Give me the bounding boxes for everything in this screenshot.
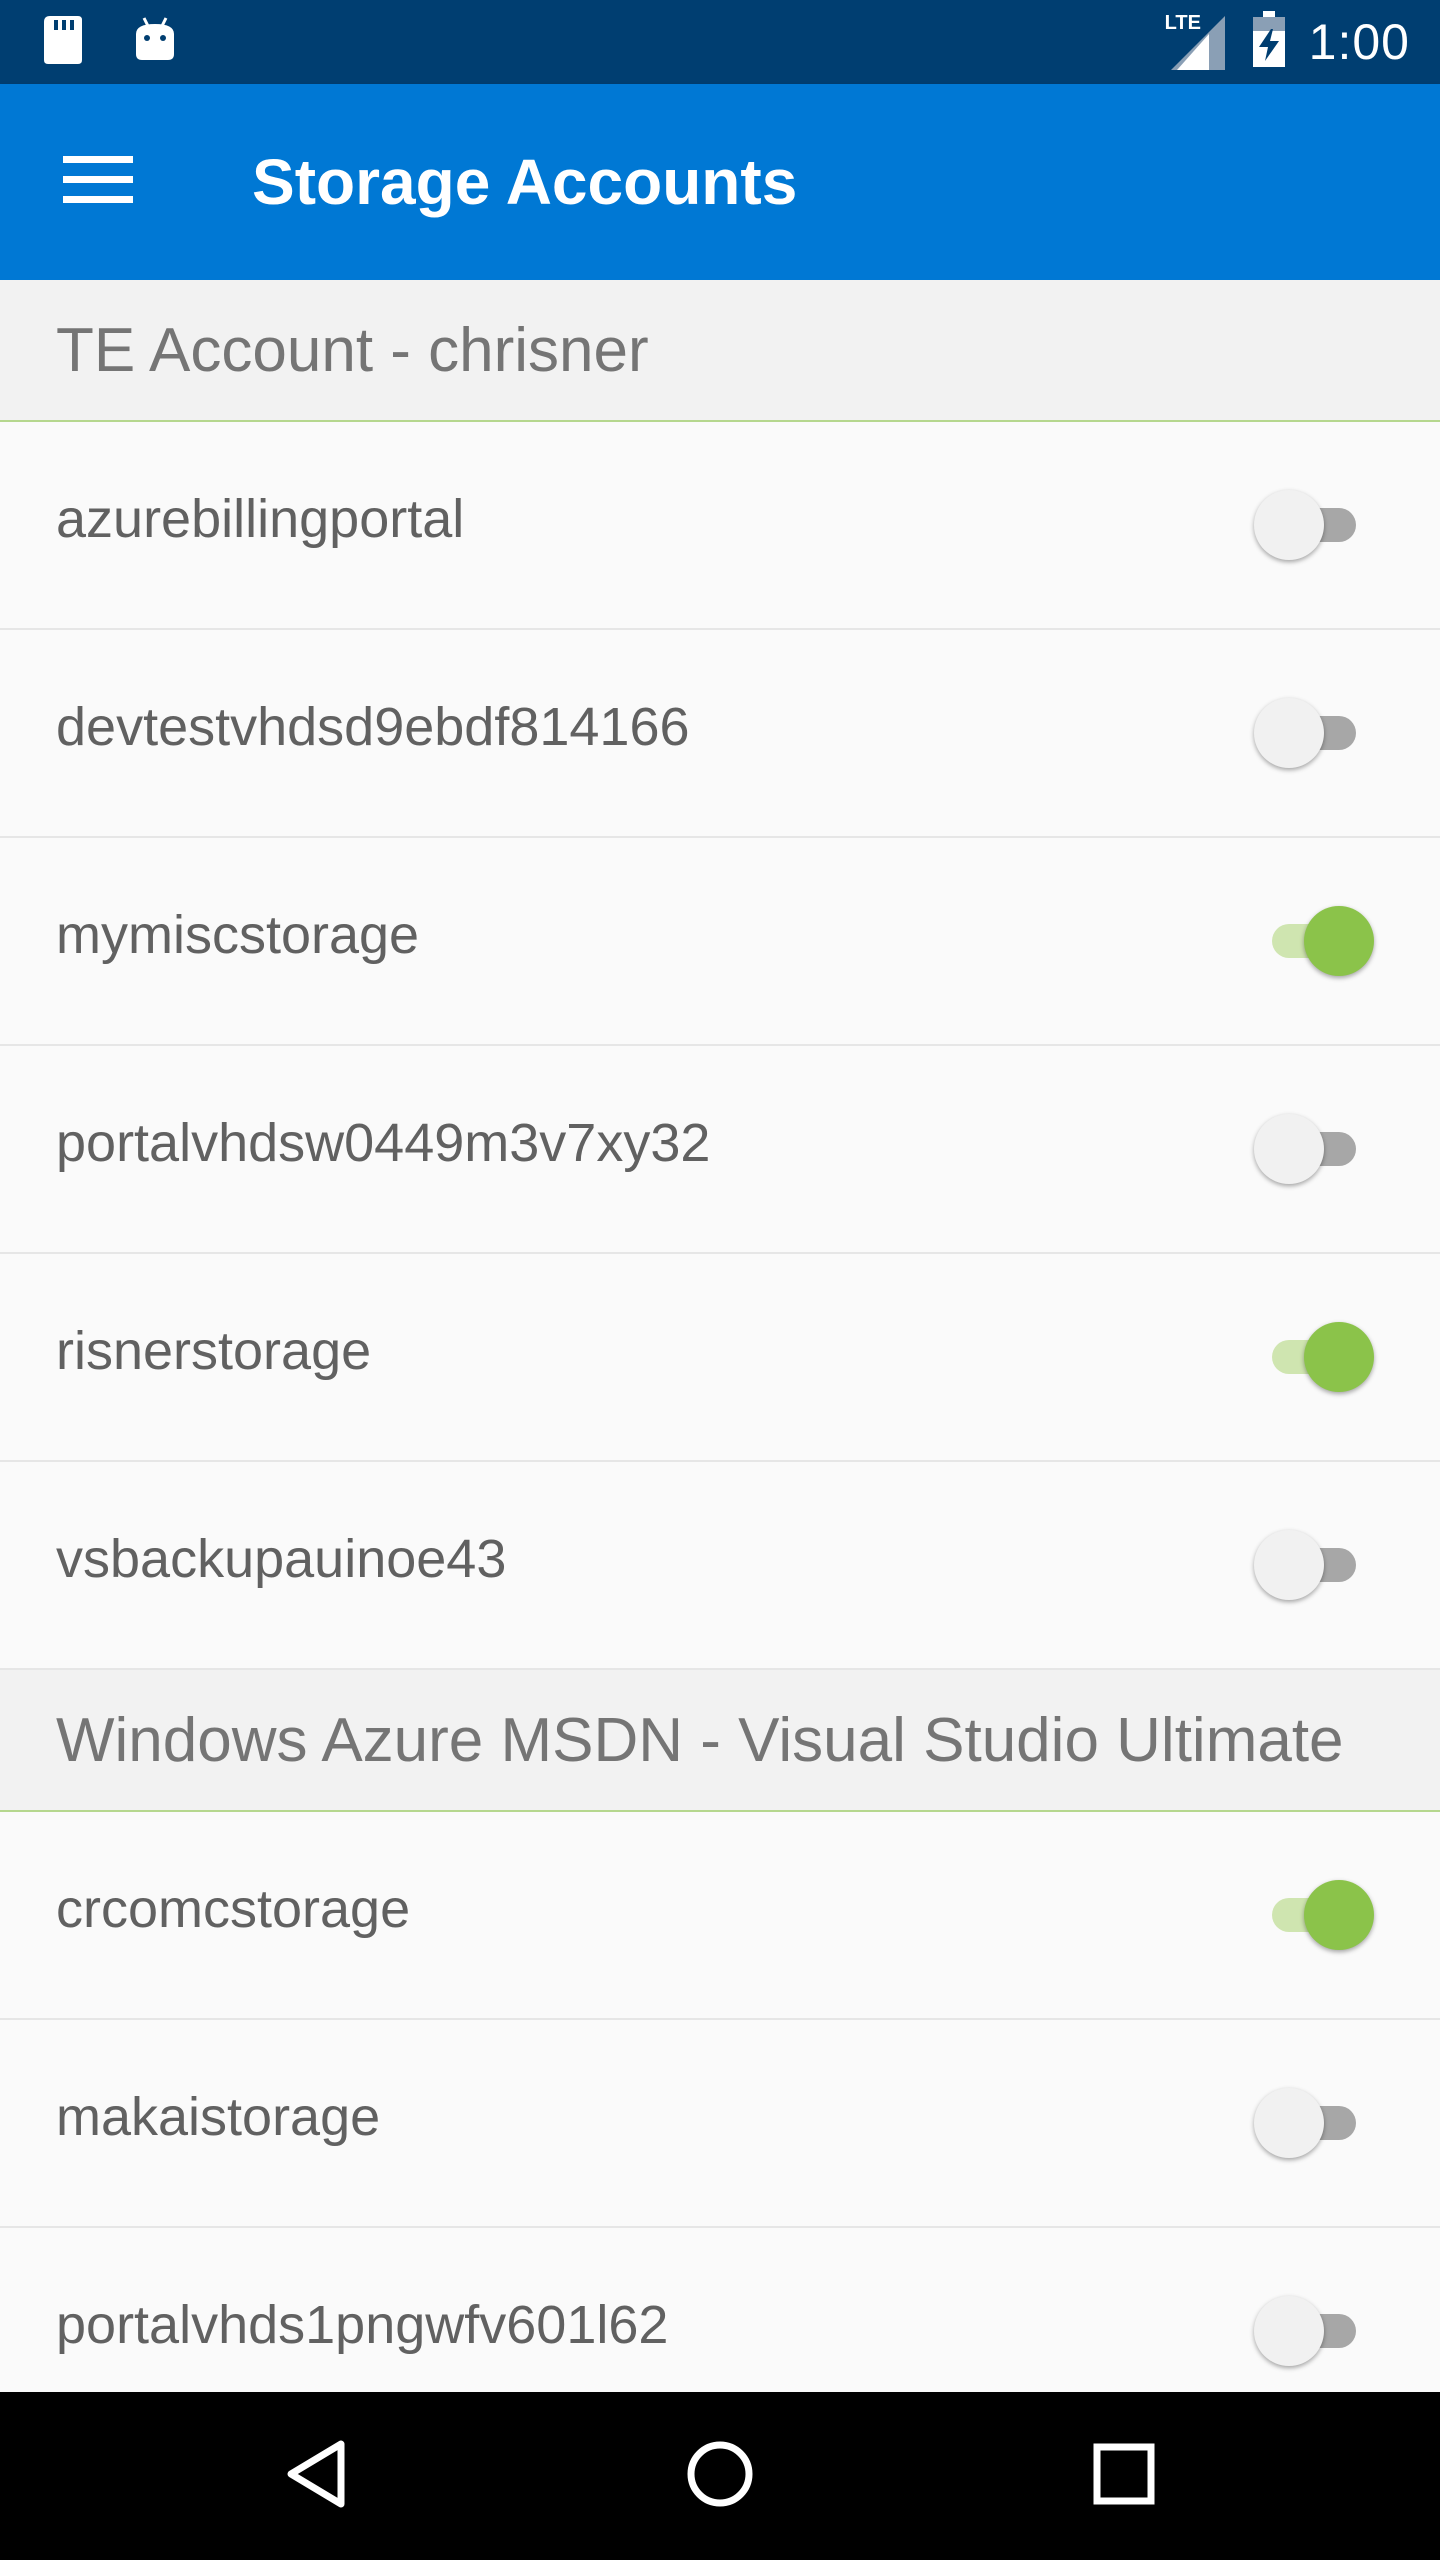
list-item[interactable]: risnerstorage (0, 1254, 1440, 1462)
back-triangle-icon (285, 2439, 347, 2514)
storage-account-name: mymiscstorage (56, 905, 420, 965)
storage-account-name: vsbackupauinoe43 (56, 1529, 507, 1589)
section-header: Windows Azure MSDN - Visual Studio Ultim… (0, 1670, 1440, 1812)
hamburger-menu-icon (63, 154, 133, 211)
list-item[interactable]: devtestvhdsd9ebdf814166 (0, 630, 1440, 838)
list-item[interactable]: crcomcstorage (0, 1812, 1440, 2020)
app-bar: Storage Accounts (0, 84, 1440, 280)
list-item[interactable]: mymiscstorage (0, 838, 1440, 1046)
status-bar: LTE 1:00 (0, 0, 1440, 84)
storage-toggle[interactable] (1254, 906, 1374, 976)
storage-account-name: portalvhds1pngwfv601l62 (56, 2295, 669, 2355)
storage-toggle[interactable] (1254, 698, 1374, 768)
section-header: TE Account - chrisner (0, 280, 1440, 422)
storage-account-list: TE Account - chrisner azurebillingportal… (0, 280, 1440, 2436)
home-circle-icon (685, 2439, 755, 2514)
storage-account-name: portalvhdsw0449m3v7xy32 (56, 1113, 711, 1173)
storage-account-name: azurebillingportal (56, 489, 465, 549)
menu-button[interactable] (50, 134, 146, 230)
navigation-bar (0, 2392, 1440, 2560)
android-icon (132, 14, 178, 71)
storage-toggle[interactable] (1254, 2088, 1374, 2158)
storage-account-name: crcomcstorage (56, 1879, 411, 1939)
storage-account-name: makaistorage (56, 2087, 381, 2147)
storage-account-name: risnerstorage (56, 1321, 372, 1381)
list-item[interactable]: makaistorage (0, 2020, 1440, 2228)
storage-toggle[interactable] (1254, 1322, 1374, 1392)
sd-card-icon (40, 14, 84, 71)
back-button[interactable] (276, 2436, 356, 2516)
list-item[interactable]: azurebillingportal (0, 422, 1440, 630)
storage-toggle[interactable] (1254, 1880, 1374, 1950)
storage-account-name: devtestvhdsd9ebdf814166 (56, 697, 690, 757)
storage-toggle[interactable] (1254, 1530, 1374, 1600)
list-item[interactable]: portalvhdsw0449m3v7xy32 (0, 1046, 1440, 1254)
status-time: 1:00 (1308, 14, 1410, 70)
signal-icon: LTE (1165, 12, 1229, 72)
storage-toggle[interactable] (1254, 2296, 1374, 2366)
recents-square-icon (1092, 2442, 1156, 2511)
battery-charging-icon (1251, 10, 1287, 74)
list-item[interactable]: vsbackupauinoe43 (0, 1462, 1440, 1670)
recents-button[interactable] (1084, 2436, 1164, 2516)
page-title: Storage Accounts (252, 146, 798, 218)
storage-toggle[interactable] (1254, 1114, 1374, 1184)
storage-toggle[interactable] (1254, 490, 1374, 560)
home-button[interactable] (680, 2436, 760, 2516)
